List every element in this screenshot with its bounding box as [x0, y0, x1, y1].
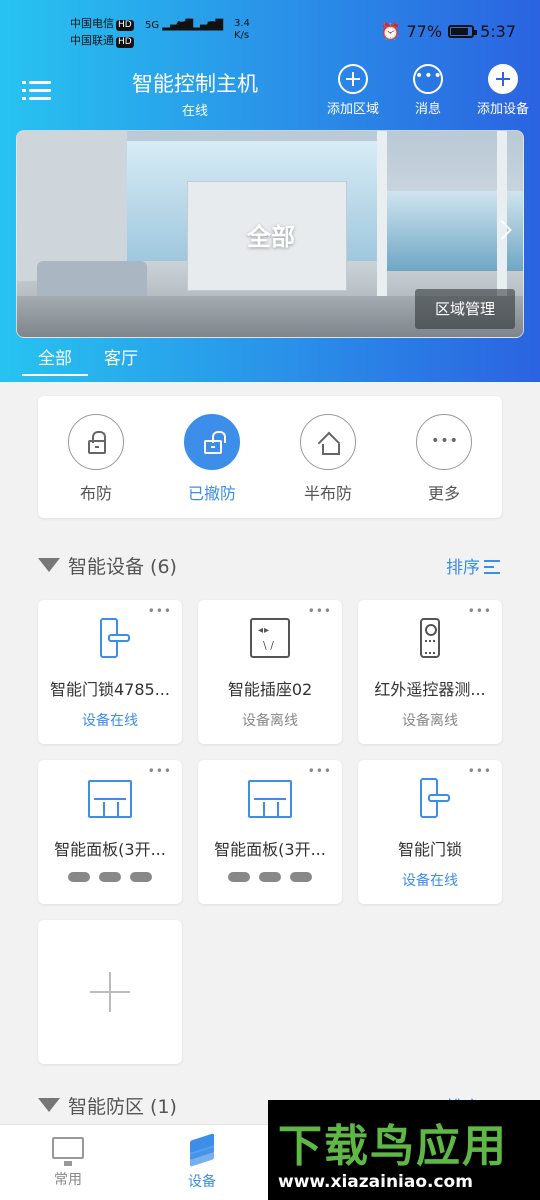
sort-button[interactable]: 排序 [446, 553, 500, 578]
nav-devices-label: 设备 [188, 1174, 216, 1190]
remote-icon [420, 618, 440, 658]
section-title: 智能防区 (1) [68, 1096, 177, 1118]
watermark-url: www.xiazainiao.com [278, 1172, 473, 1192]
message-label: 消息 [414, 102, 441, 117]
status-right: ⏰ 77% 5:37 [381, 22, 516, 41]
device-card[interactable]: ••• 智能门锁4785... 设备在线 [38, 600, 182, 744]
page-title: 智能控制主机 [132, 72, 258, 96]
nav-common[interactable]: 常用 [28, 1135, 108, 1189]
watermark: 下载鸟应用 www.xiazainiao.com [268, 1100, 540, 1200]
devices-section-header[interactable]: 智能设备 (6) 排序 [38, 550, 502, 580]
room-image [17, 131, 127, 281]
alarm-icon: ⏰ [380, 22, 401, 41]
net-speed: 3.4 K/s [234, 18, 250, 41]
home-icon [319, 435, 340, 455]
more-icon: ••• [431, 433, 459, 449]
collapse-triangle-icon[interactable] [38, 1098, 60, 1112]
panel-icon [248, 780, 292, 818]
half-arm-label: 半布防 [303, 484, 352, 503]
more-options-icon[interactable]: ••• [308, 764, 332, 778]
battery-percent: 77% [406, 22, 443, 41]
battery-icon [448, 25, 478, 38]
add-area-button[interactable]: 添加区域 [322, 64, 384, 117]
app-bar: 智能控制主机 在线 添加区域 ••• 消息 添加设备 [0, 56, 540, 126]
area-tabs: 全部 客厅 [22, 346, 154, 378]
door-lock-icon [100, 618, 130, 658]
more-options-icon[interactable]: ••• [148, 764, 172, 778]
more-options-icon[interactable]: ••• [148, 604, 172, 618]
nav-devices[interactable]: 设备 [162, 1133, 242, 1191]
disarm-button[interactable]: 已撤防 [172, 414, 252, 504]
area-manage-button[interactable]: 区域管理 [415, 289, 515, 329]
carrier-2: 中国联通 HD [70, 34, 134, 48]
device-status: 设备离线 [242, 713, 298, 729]
arm-label: 布防 [79, 484, 112, 503]
watermark-brand: 下载鸟应用 [278, 1121, 508, 1172]
tab-living-room[interactable]: 客厅 [88, 346, 154, 376]
lock-icon [88, 431, 106, 454]
device-card[interactable]: ••• 红外遥控器测... 设备离线 [358, 600, 502, 744]
switch-states [68, 872, 152, 882]
area-banner[interactable]: 全部 区域管理 [16, 130, 524, 338]
unlock-icon [204, 431, 226, 454]
add-device-label: 添加设备 [476, 102, 529, 117]
panel-icon [88, 780, 132, 818]
disarm-label: 已撤防 [187, 484, 236, 503]
message-icon: ••• [413, 64, 443, 94]
sort-icon [484, 560, 500, 574]
add-circle-icon [338, 64, 368, 94]
arm-button[interactable]: 布防 [56, 414, 136, 504]
device-name: 智能门锁 [397, 840, 462, 859]
add-device-card[interactable] [38, 920, 182, 1064]
monitor-icon [52, 1137, 84, 1166]
more-options-icon[interactable]: ••• [308, 604, 332, 618]
online-status: 在线 [181, 104, 208, 119]
banner-area-name: 全部 [247, 223, 295, 251]
socket-icon [250, 618, 290, 658]
device-card[interactable]: ••• 智能插座02 设备离线 [198, 600, 342, 744]
section-title: 智能设备 (6) [68, 556, 177, 578]
collapse-triangle-icon[interactable] [38, 558, 60, 572]
menu-icon[interactable] [22, 78, 52, 104]
plus-icon [90, 972, 130, 1012]
nav-common-label: 常用 [54, 1172, 82, 1188]
clock: 5:37 [480, 22, 516, 41]
tab-all[interactable]: 全部 [22, 346, 88, 376]
more-label: 更多 [427, 484, 460, 503]
carrier-1: 中国电信 HD [70, 17, 134, 31]
wifi-icon: ◠ [206, 18, 219, 34]
device-status: 设备在线 [402, 873, 458, 889]
more-modes-button[interactable]: ••• 更多 [404, 414, 484, 504]
more-options-icon[interactable]: ••• [468, 604, 492, 618]
device-card[interactable]: ••• 智能面板(3开... [38, 760, 182, 904]
device-status: 设备离线 [402, 713, 458, 729]
half-arm-button[interactable]: 半布防 [288, 414, 368, 504]
more-options-icon[interactable]: ••• [468, 764, 492, 778]
add-filled-icon [488, 64, 518, 94]
device-name: 智能面板(3开... [214, 840, 326, 859]
device-name: 智能面板(3开... [54, 840, 166, 859]
status-bar: 中国电信 HD 中国联通 HD 5G ▂▄▆█ 4G ▂▄▆█ ◠ 3.4 K/s … [0, 0, 540, 56]
door-lock-icon [420, 778, 450, 818]
device-name: 智能门锁4785... [50, 680, 170, 699]
device-card[interactable]: ••• 智能门锁 设备在线 [358, 760, 502, 904]
device-name: 智能插座02 [227, 680, 313, 699]
add-area-label: 添加区域 [326, 102, 379, 117]
add-device-button[interactable]: 添加设备 [472, 64, 534, 117]
message-button[interactable]: ••• 消息 [406, 64, 450, 117]
security-mode-card: 布防 已撤防 半布防 ••• 更多 [38, 396, 502, 518]
device-status: 设备在线 [82, 713, 138, 729]
device-name: 红外遥控器测... [374, 680, 486, 699]
switch-states [228, 872, 312, 882]
layers-icon [186, 1133, 218, 1167]
device-card[interactable]: ••• 智能面板(3开... [198, 760, 342, 904]
